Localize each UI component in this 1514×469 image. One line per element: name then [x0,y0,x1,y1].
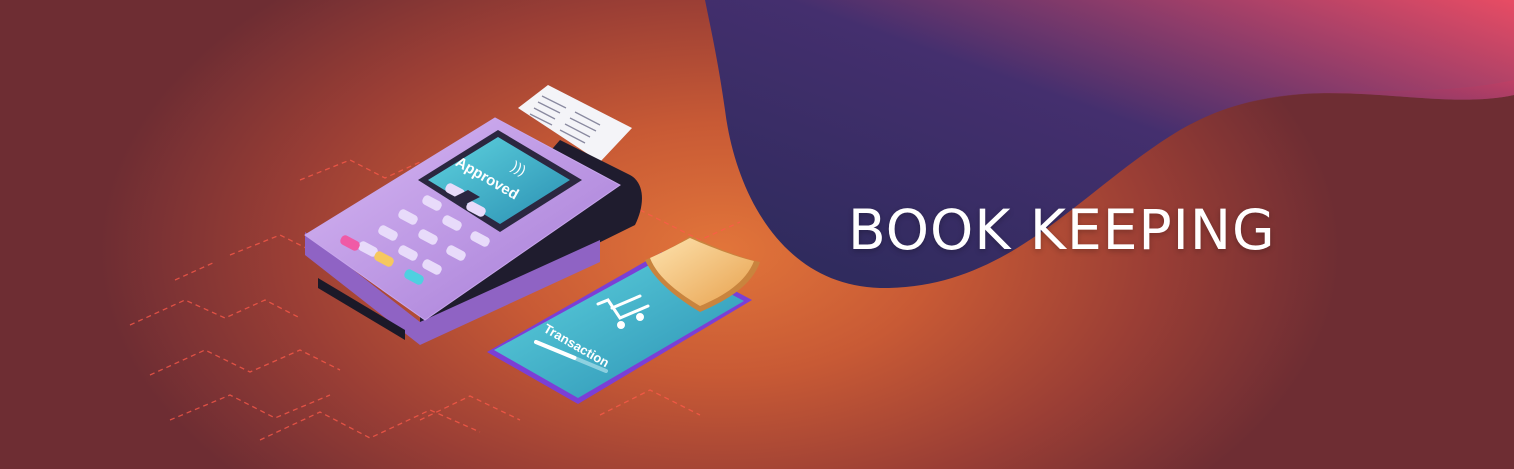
page-title: BOOK KEEPING [848,198,1276,262]
hero-banner: Approved ))) Transaction BOOK KEEPING [0,0,1514,469]
